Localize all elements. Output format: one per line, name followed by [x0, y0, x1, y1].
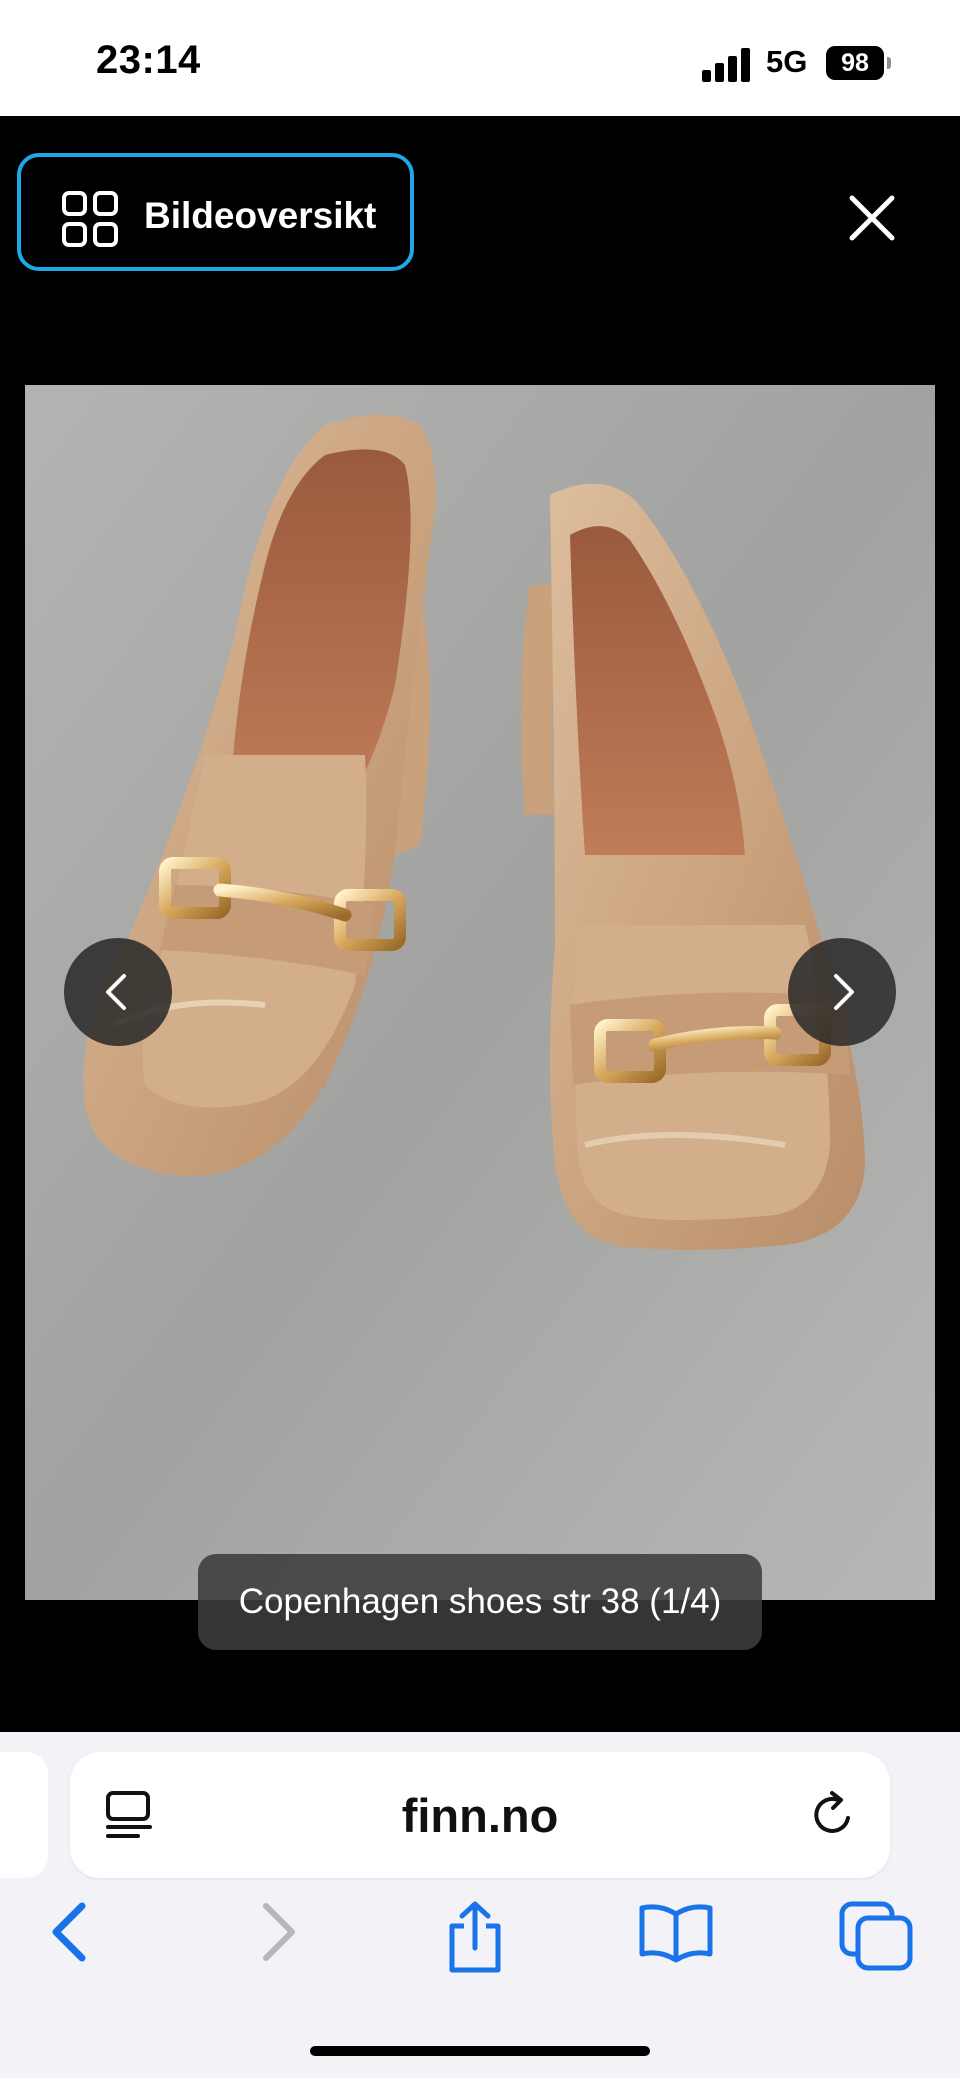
back-icon[interactable]	[48, 1900, 94, 1964]
tabs-icon[interactable]	[838, 1900, 914, 1972]
battery-icon: 98	[826, 46, 892, 80]
gallery-overview-label: Bildeoversikt	[144, 195, 377, 236]
previous-image-button[interactable]	[64, 938, 172, 1046]
network-type: 5G	[766, 44, 808, 79]
bookmarks-icon[interactable]	[636, 1900, 716, 1964]
share-icon[interactable]	[442, 1900, 508, 1976]
previous-tab-card[interactable]	[0, 1752, 48, 1878]
battery-level: 98	[826, 46, 884, 80]
cellular-signal-icon	[702, 48, 750, 82]
home-indicator	[310, 2046, 650, 2056]
address-bar[interactable]: finn.no	[70, 1752, 890, 1878]
chevron-left-icon	[106, 974, 126, 1010]
chevron-right-icon	[834, 974, 854, 1010]
status-time: 23:14	[96, 38, 201, 82]
image-caption: Copenhagen shoes str 38 (1/4)	[198, 1554, 762, 1650]
reload-icon[interactable]	[808, 1790, 858, 1840]
forward-icon[interactable]	[254, 1900, 300, 1964]
battery-tip	[887, 57, 891, 69]
close-icon[interactable]	[842, 188, 902, 248]
url-domain: finn.no	[401, 1789, 559, 1842]
status-bar: 23:14 5G 98	[0, 0, 960, 116]
grid-icon	[62, 191, 118, 247]
gallery-overview-button[interactable]: Bildeoversikt	[17, 153, 414, 271]
next-image-button[interactable]	[788, 938, 896, 1046]
browser-toolbar: finn.no	[0, 1732, 960, 2078]
